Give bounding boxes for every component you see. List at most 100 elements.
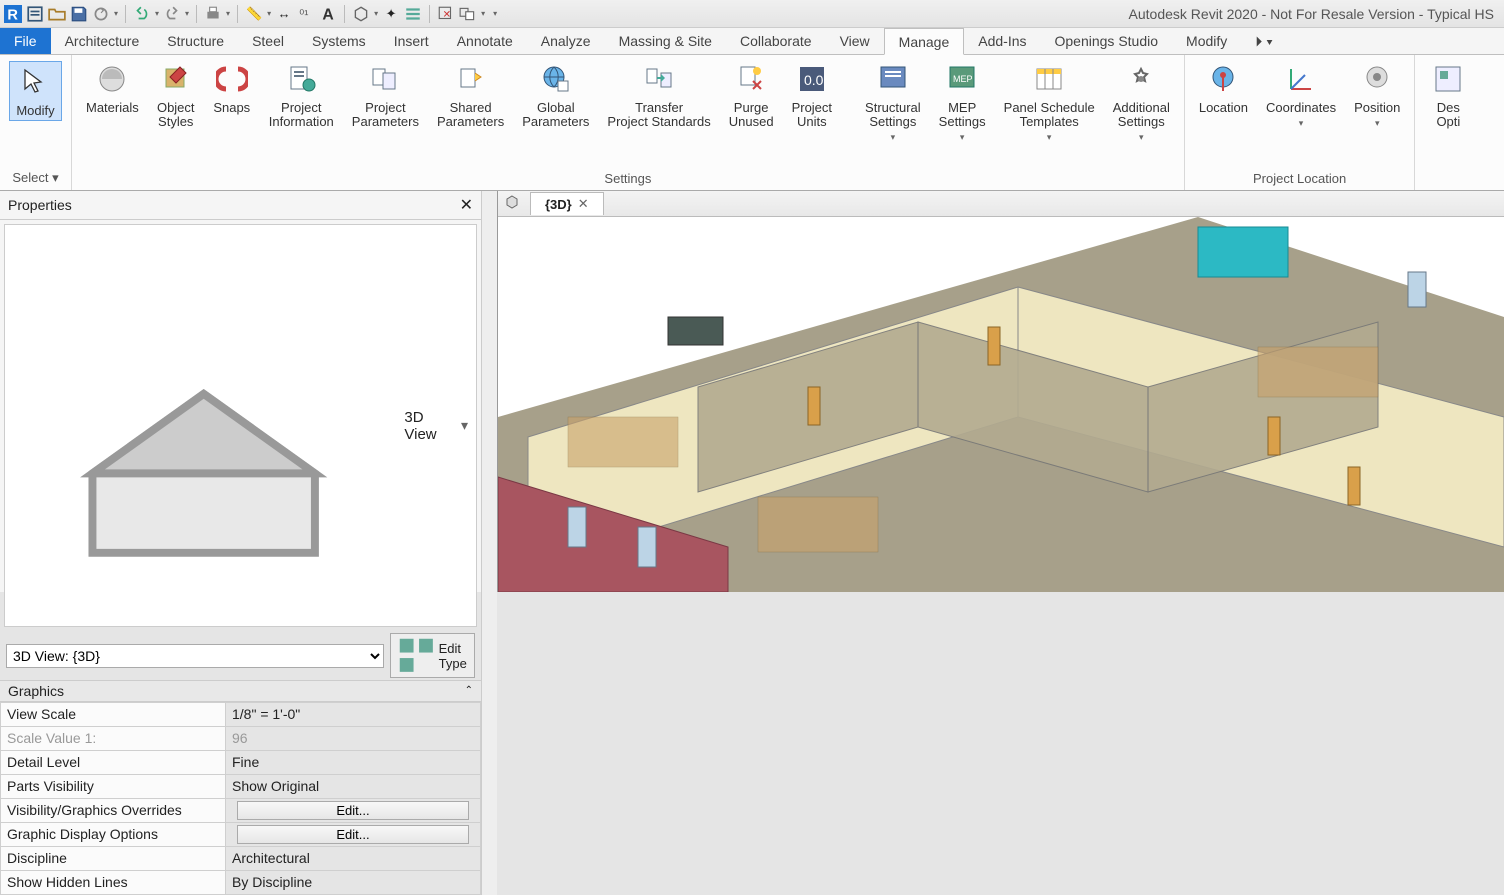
properties-title: Properties [8, 197, 72, 213]
svg-text:⁰¹: ⁰¹ [299, 7, 308, 21]
view-tabs: {3D} ✕ [498, 191, 1504, 217]
dimension-icon[interactable]: ⁰¹ [297, 5, 315, 23]
object-styles-icon [158, 61, 194, 97]
additional-settings-button[interactable]: Additional Settings [1107, 59, 1176, 145]
type-selector[interactable]: 3D View ▾ [4, 224, 477, 627]
design-options-button[interactable]: Des Opti [1423, 59, 1473, 131]
tab-manage[interactable]: Manage [884, 28, 965, 55]
align-icon[interactable]: ↔ [275, 5, 293, 23]
recent-icon[interactable] [26, 5, 44, 23]
purge-unused-icon [733, 61, 769, 97]
snaps-icon [214, 61, 250, 97]
purge-unused-button[interactable]: Purge Unused [723, 59, 780, 131]
prop-value[interactable]: 96 [226, 726, 481, 750]
tab-analyze[interactable]: Analyze [527, 28, 605, 54]
project-units-icon: 0.0 [794, 61, 830, 97]
tab-structure[interactable]: Structure [153, 28, 238, 54]
prop-value: Edit... [226, 798, 481, 822]
project-parameters-button[interactable]: Project Parameters [346, 59, 425, 131]
measure-icon[interactable]: 📏 [245, 5, 263, 23]
coordinates-button[interactable]: Coordinates [1260, 59, 1342, 131]
prop-name: Visibility/Graphics Overrides [1, 798, 226, 822]
print-icon[interactable] [204, 5, 222, 23]
tab-architecture[interactable]: Architecture [51, 28, 154, 54]
building-3d-view [498, 217, 1504, 592]
global-parameters-icon [538, 61, 574, 97]
project-units-button[interactable]: 0.0Project Units [786, 59, 838, 131]
collapse-icon[interactable]: ⌃ [465, 685, 473, 696]
tab-collaborate[interactable]: Collaborate [726, 28, 826, 54]
edit-button[interactable]: Edit... [237, 825, 469, 844]
position-button[interactable]: Position [1348, 59, 1406, 131]
revit-logo-icon[interactable]: R [4, 5, 22, 23]
tab-massing-site[interactable]: Massing & Site [605, 28, 726, 54]
separator [429, 5, 430, 23]
position-icon [1359, 61, 1395, 97]
mep-settings-button[interactable]: MEPMEP Settings [933, 59, 992, 145]
location-button[interactable]: Location [1193, 59, 1254, 117]
ribbon: Modify Select ▾ MaterialsObject StylesSn… [0, 55, 1504, 191]
global-parameters-button[interactable]: Global Parameters [516, 59, 595, 131]
snaps-button[interactable]: Snaps [207, 59, 257, 117]
prop-row: Detail LevelFine [1, 750, 481, 774]
project-information-button[interactable]: Project Information [263, 59, 340, 131]
close-view-icon[interactable]: ✕ [578, 196, 589, 212]
view-tab-3d[interactable]: {3D} ✕ [530, 192, 604, 215]
undo-icon[interactable] [133, 5, 151, 23]
tab-add-ins[interactable]: Add-Ins [964, 28, 1040, 54]
redo-icon[interactable] [163, 5, 181, 23]
close-hidden-icon[interactable]: ✕ [437, 5, 455, 23]
thin-lines-icon[interactable] [404, 5, 422, 23]
svg-text:✕: ✕ [443, 9, 451, 20]
home-3d-icon[interactable] [498, 194, 526, 213]
category-graphics[interactable]: Graphics ⌃ [0, 681, 481, 702]
modify-button[interactable]: Modify [9, 61, 61, 121]
materials-button[interactable]: Materials [80, 59, 145, 117]
view-selector[interactable]: 3D View: {3D} [6, 644, 384, 668]
switch-windows-icon[interactable] [459, 5, 477, 23]
edit-type-icon [397, 636, 436, 675]
prop-name: Discipline [1, 846, 226, 870]
tab-openings-studio[interactable]: Openings Studio [1041, 28, 1173, 54]
tab-modify[interactable]: Modify [1172, 28, 1241, 54]
prop-row: View Scale1/8" = 1'-0" [1, 702, 481, 726]
3d-canvas[interactable] [498, 217, 1504, 592]
structural-settings-button[interactable]: Structural Settings [859, 59, 927, 145]
shared-parameters-button[interactable]: Shared Parameters [431, 59, 510, 131]
section-icon[interactable]: ✦ [382, 5, 400, 23]
tab-view[interactable]: View [826, 28, 884, 54]
transfer-project-standards-button[interactable]: Transfer Project Standards [601, 59, 716, 131]
tab-file[interactable]: File [0, 28, 51, 54]
tab-systems[interactable]: Systems [298, 28, 380, 54]
tab-annotate[interactable]: Annotate [443, 28, 527, 54]
prop-value[interactable]: Architectural [226, 846, 481, 870]
workspace: Properties ✕ 3D View ▾ 3D View: {3D} Edi… [0, 191, 1504, 592]
svg-text:MEP: MEP [953, 74, 973, 84]
edit-type-button[interactable]: Edit Type [390, 633, 475, 678]
separator [344, 5, 345, 23]
select-panel-label[interactable]: Select ▾ [0, 168, 71, 190]
scrollbar[interactable] [481, 191, 497, 895]
prop-value[interactable]: By Discipline [226, 870, 481, 894]
edit-button[interactable]: Edit... [237, 801, 469, 820]
location-icon [1205, 61, 1241, 97]
dropdown-icon[interactable]: ▾ [461, 417, 468, 434]
sync-icon[interactable] [92, 5, 110, 23]
panel-schedule-templates-button[interactable]: Panel Schedule Templates [998, 59, 1101, 145]
prop-value[interactable]: 1/8" = 1'-0" [226, 702, 481, 726]
prop-value[interactable]: Show Original [226, 774, 481, 798]
open-icon[interactable] [48, 5, 66, 23]
3d-view-icon[interactable] [352, 5, 370, 23]
house-3d-icon [13, 235, 394, 616]
save-icon[interactable] [70, 5, 88, 23]
additional-settings-icon [1123, 61, 1159, 97]
tab-steel[interactable]: Steel [238, 28, 298, 54]
transfer-project-standards-icon [641, 61, 677, 97]
prop-value[interactable]: Fine [226, 750, 481, 774]
project-information-icon [283, 61, 319, 97]
tab-extras[interactable]: ⏵ ▾ [1241, 28, 1287, 54]
close-icon[interactable]: ✕ [460, 195, 473, 215]
tab-insert[interactable]: Insert [380, 28, 443, 54]
text-icon[interactable]: A [319, 5, 337, 23]
object-styles-button[interactable]: Object Styles [151, 59, 201, 131]
